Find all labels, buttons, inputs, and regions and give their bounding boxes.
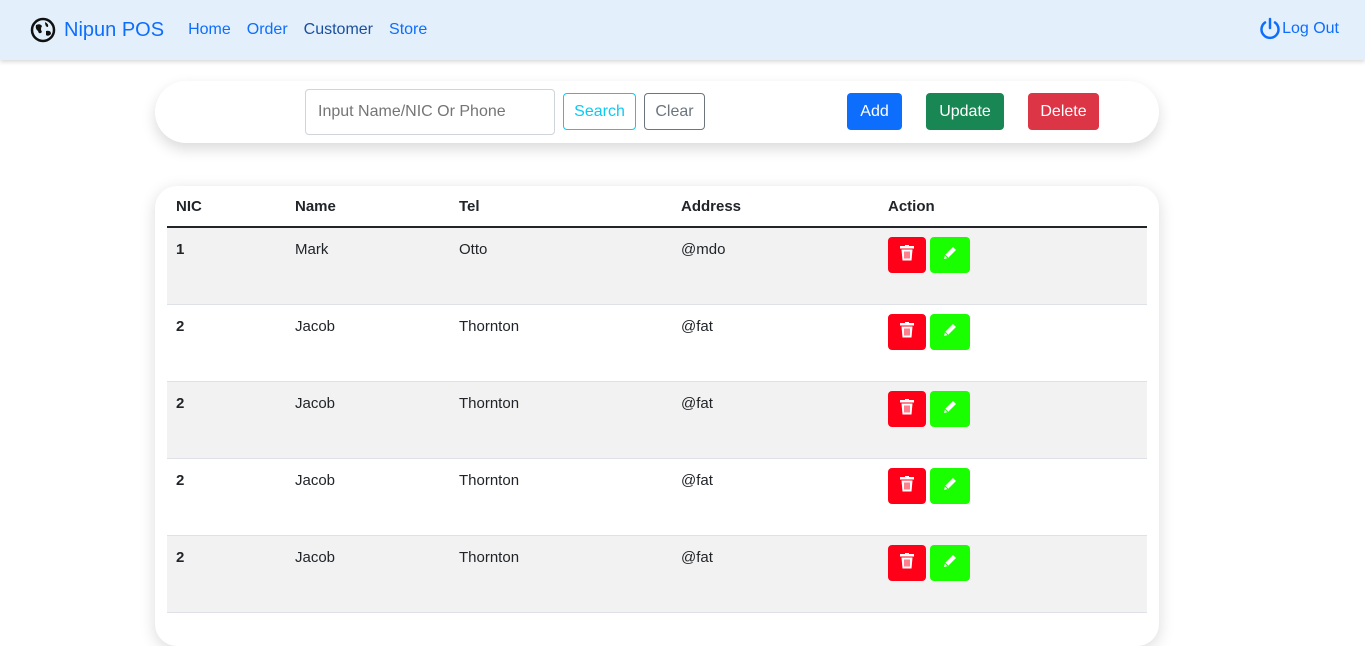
nav-order[interactable]: Order <box>247 21 288 39</box>
nav-customer[interactable]: Customer <box>304 21 373 39</box>
cell-name: Jacob <box>286 381 450 459</box>
clear-button[interactable]: Clear <box>644 93 705 130</box>
cell-nic: 2 <box>167 458 286 536</box>
search-input[interactable] <box>305 89 555 135</box>
row-delete-button[interactable] <box>888 237 926 273</box>
cell-nic: 2 <box>167 381 286 459</box>
cell-action <box>879 227 1147 305</box>
cell-action <box>879 535 1147 613</box>
pencil-icon <box>942 245 958 265</box>
table-row: 2 Jacob Thornton @fat <box>167 304 1147 382</box>
pencil-icon <box>942 476 958 496</box>
cell-address: @fat <box>672 304 879 382</box>
trash-icon <box>900 321 914 342</box>
brand[interactable]: Nipun POS <box>30 17 164 43</box>
cell-address: @mdo <box>672 227 879 305</box>
row-delete-button[interactable] <box>888 313 926 350</box>
row-delete-button[interactable] <box>888 390 926 427</box>
cell-name: Jacob <box>286 458 450 536</box>
row-edit-button[interactable] <box>930 237 970 273</box>
table-row: 2 Jacob Thornton @fat <box>167 458 1147 536</box>
power-icon <box>1260 17 1280 40</box>
cell-name: Jacob <box>286 304 450 382</box>
customer-table-card: NIC Name Tel Address Action 1 Mark Otto @md… <box>155 186 1159 646</box>
row-edit-button[interactable] <box>930 467 970 504</box>
add-button[interactable]: Add <box>847 93 902 130</box>
cell-name: Jacob <box>286 535 450 613</box>
globe-icon <box>30 17 56 43</box>
cell-tel: Thornton <box>450 381 672 459</box>
cell-tel: Thornton <box>450 535 672 613</box>
cell-nic: 1 <box>167 227 286 305</box>
search-button[interactable]: Search <box>563 93 636 130</box>
cell-name: Mark <box>286 227 450 305</box>
trash-icon <box>900 475 914 496</box>
trash-icon <box>900 552 914 573</box>
brand-name: Nipun POS <box>64 18 165 41</box>
cell-nic: 2 <box>167 304 286 382</box>
cell-address: @fat <box>672 458 879 536</box>
pencil-icon <box>942 322 958 342</box>
update-button[interactable]: Update <box>926 93 1004 130</box>
trash-icon <box>900 245 914 265</box>
cell-action <box>879 304 1147 382</box>
header-name: Name <box>286 186 450 228</box>
row-edit-button[interactable] <box>930 313 970 350</box>
pencil-icon <box>942 553 958 573</box>
header-tel: Tel <box>450 186 672 228</box>
customer-table: NIC Name Tel Address Action 1 Mark Otto @md… <box>167 186 1147 613</box>
navbar: Nipun POS Home Order Customer Store Log … <box>0 0 1365 60</box>
logout-label: Log Out <box>1282 20 1339 37</box>
row-delete-button[interactable] <box>888 467 926 504</box>
cell-tel: Otto <box>450 227 672 305</box>
cell-tel: Thornton <box>450 458 672 536</box>
row-edit-button[interactable] <box>930 544 970 581</box>
nav-home[interactable]: Home <box>188 21 231 39</box>
table-row: 2 Jacob Thornton @fat <box>167 381 1147 459</box>
table-row: 2 Jacob Thornton @fat <box>167 535 1147 613</box>
toolbar: Search Clear Add Update Delete <box>155 81 1159 143</box>
cell-action <box>879 381 1147 459</box>
pencil-icon <box>942 399 958 419</box>
cell-address: @fat <box>672 535 879 613</box>
table-row: 1 Mark Otto @mdo <box>167 227 1147 305</box>
delete-button[interactable]: Delete <box>1028 93 1099 130</box>
row-edit-button[interactable] <box>930 390 970 427</box>
nav-store[interactable]: Store <box>389 21 427 39</box>
cell-address: @fat <box>672 381 879 459</box>
header-action: Action <box>879 186 1147 228</box>
header-address: Address <box>672 186 879 228</box>
row-delete-button[interactable] <box>888 544 926 581</box>
logout-button[interactable]: Log Out <box>1258 17 1339 41</box>
cell-tel: Thornton <box>450 304 672 382</box>
cell-action <box>879 458 1147 536</box>
trash-icon <box>900 398 914 419</box>
cell-nic: 2 <box>167 535 286 613</box>
header-nic: NIC <box>167 186 286 228</box>
